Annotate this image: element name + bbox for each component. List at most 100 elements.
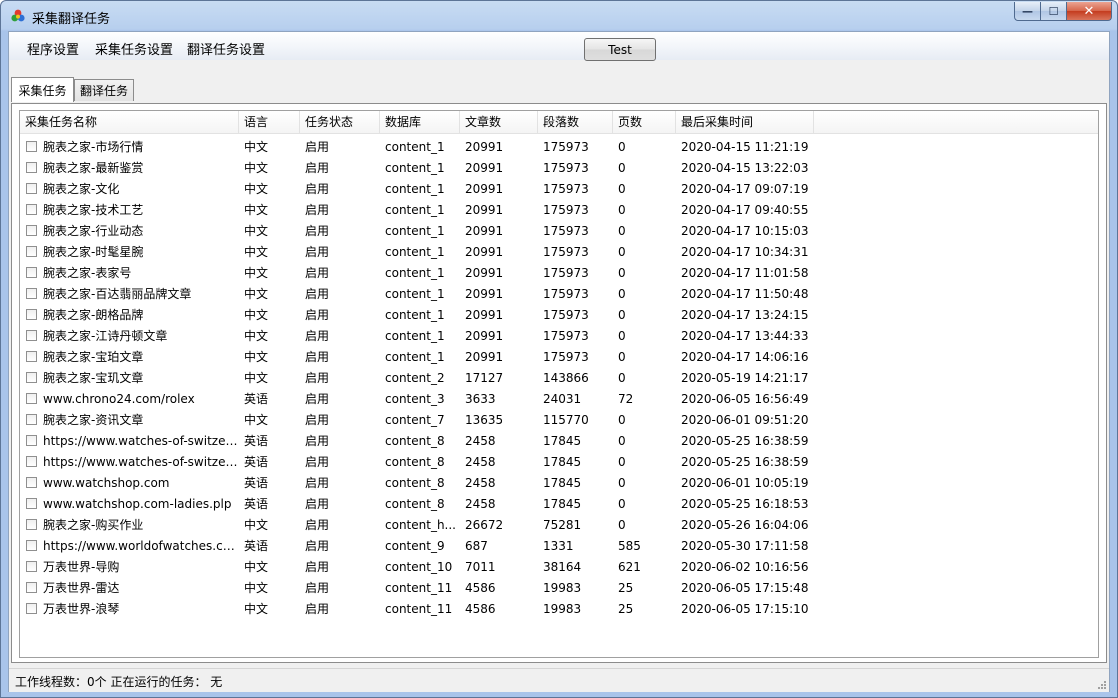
table-row[interactable]: www.chrono24.com/rolex 英语 启用 content_3 3633 2… [20, 389, 1098, 410]
paragraphs-cell: 17845 [543, 434, 582, 448]
column-header-database[interactable]: 数据库 [380, 111, 460, 133]
table-row[interactable]: 腕表之家-市场行情 中文 启用 content_1 20991 175973 0 2020-0… [20, 137, 1098, 158]
table-row[interactable]: www.watchshop.com-ladies.plp 英语 启用 content_… [20, 494, 1098, 515]
status-cell: 启用 [305, 266, 330, 280]
row-checkbox[interactable] [26, 225, 37, 236]
language-cell: 中文 [244, 161, 269, 175]
database-cell: content_1 [385, 140, 445, 154]
last-collect-time-cell: 2020-04-17 11:50:48 [681, 287, 809, 301]
pages-cell: 0 [618, 455, 626, 469]
row-checkbox[interactable] [26, 372, 37, 383]
test-button[interactable]: Test [584, 38, 656, 61]
paragraphs-cell: 175973 [543, 203, 589, 217]
database-cell: content_1 [385, 308, 445, 322]
table-row[interactable]: 万表世界-浪琴 中文 启用 content_11 4586 19983 25 2020-06-… [20, 599, 1098, 620]
column-header-articles[interactable]: 文章数 [460, 111, 538, 133]
title-bar[interactable]: 采集翻译任务 — ☐ ✕ [1, 1, 1117, 31]
language-cell: 中文 [244, 518, 269, 532]
row-checkbox[interactable] [26, 351, 37, 362]
status-cell: 启用 [305, 560, 330, 574]
language-cell: 中文 [244, 182, 269, 196]
table-row[interactable]: https://www.watches-of-switzerl... 英语 启用 co… [20, 431, 1098, 452]
row-checkbox[interactable] [26, 435, 37, 446]
table-row[interactable]: 腕表之家-百达翡丽品牌文章 中文 启用 content_1 20991 175973 0 20… [20, 284, 1098, 305]
row-checkbox[interactable] [26, 414, 37, 425]
table-row[interactable]: 腕表之家-文化 中文 启用 content_1 20991 175973 0 2020-04-… [20, 179, 1098, 200]
table-row[interactable]: 腕表之家-最新鉴赏 中文 启用 content_1 20991 175973 0 2020-0… [20, 158, 1098, 179]
row-checkbox[interactable] [26, 561, 37, 572]
table-row[interactable]: 腕表之家-技术工艺 中文 启用 content_1 20991 175973 0 2020-0… [20, 200, 1098, 221]
status-cell: 启用 [305, 182, 330, 196]
language-cell: 中文 [244, 287, 269, 301]
row-checkbox[interactable] [26, 267, 37, 278]
close-button[interactable]: ✕ [1067, 2, 1112, 21]
pages-cell: 0 [618, 518, 626, 532]
row-checkbox[interactable] [26, 582, 37, 593]
column-header-task-name[interactable]: 采集任务名称 [20, 111, 239, 133]
table-row[interactable]: 腕表之家-江诗丹顿文章 中文 启用 content_1 20991 175973 0 2020… [20, 326, 1098, 347]
row-checkbox[interactable] [26, 183, 37, 194]
row-checkbox[interactable] [26, 330, 37, 341]
articles-cell: 20991 [465, 182, 504, 196]
table-row[interactable]: www.watchshop.com 英语 启用 content_8 2458 17845 0… [20, 473, 1098, 494]
minimize-button[interactable]: — [1014, 2, 1041, 21]
row-checkbox[interactable] [26, 498, 37, 509]
language-cell: 中文 [244, 203, 269, 217]
articles-cell: 20991 [465, 161, 504, 175]
table-row[interactable]: 腕表之家-行业动态 中文 启用 content_1 20991 175973 0 2020-0… [20, 221, 1098, 242]
articles-cell: 20991 [465, 308, 504, 322]
row-checkbox[interactable] [26, 309, 37, 320]
table-row[interactable]: 腕表之家-宝玑文章 中文 启用 content_2 17127 143866 0 2020-0… [20, 368, 1098, 389]
table-row[interactable]: 腕表之家-购买作业 中文 启用 content_h... 26672 75281 0 2020… [20, 515, 1098, 536]
row-checkbox[interactable] [26, 603, 37, 614]
maximize-button[interactable]: ☐ [1041, 2, 1067, 21]
last-collect-time-cell: 2020-06-01 10:05:19 [681, 476, 809, 490]
table-row[interactable]: 腕表之家-资讯文章 中文 启用 content_7 13635 115770 0 2020-0… [20, 410, 1098, 431]
resize-grip-icon[interactable] [1097, 680, 1107, 690]
row-checkbox[interactable] [26, 540, 37, 551]
menu-collect-task-settings[interactable]: 采集任务设置 [95, 39, 173, 58]
column-header-last-collect-time[interactable]: 最后采集时间 [676, 111, 814, 133]
pages-cell: 621 [618, 560, 641, 574]
row-checkbox[interactable] [26, 477, 37, 488]
articles-cell: 2458 [465, 476, 496, 490]
row-checkbox[interactable] [26, 141, 37, 152]
pages-cell: 0 [618, 140, 626, 154]
column-header-language[interactable]: 语言 [239, 111, 300, 133]
row-checkbox[interactable] [26, 162, 37, 173]
task-name-cell: 腕表之家-最新鉴赏 [43, 161, 144, 175]
table-row[interactable]: https://www.worldofwatches.com 英语 启用 conten… [20, 536, 1098, 557]
menu-translate-task-settings[interactable]: 翻译任务设置 [187, 39, 265, 58]
table-row[interactable]: 万表世界-雷达 中文 启用 content_11 4586 19983 25 2020-06-… [20, 578, 1098, 599]
pages-cell: 0 [618, 245, 626, 259]
row-checkbox[interactable] [26, 288, 37, 299]
tab-translate-tasks[interactable]: 翻译任务 [74, 79, 134, 101]
column-header-paragraphs[interactable]: 段落数 [538, 111, 613, 133]
app-icon [11, 9, 25, 22]
articles-cell: 2458 [465, 497, 496, 511]
row-checkbox[interactable] [26, 456, 37, 467]
table-row[interactable]: https://www.watches-of-switzerl... 英语 启用 co… [20, 452, 1098, 473]
last-collect-time-cell: 2020-04-17 09:07:19 [681, 182, 809, 196]
table-row[interactable]: 腕表之家-朗格品牌 中文 启用 content_1 20991 175973 0 2020-0… [20, 305, 1098, 326]
row-checkbox[interactable] [26, 246, 37, 257]
status-cell: 启用 [305, 497, 330, 511]
task-list[interactable]: 采集任务名称 语言 任务状态 数据库 文章数 段落数 页数 最后采集时间 腕表之家-市场行情中… [19, 110, 1099, 658]
status-cell: 启用 [305, 308, 330, 322]
row-checkbox[interactable] [26, 519, 37, 530]
row-checkbox[interactable] [26, 204, 37, 215]
table-row[interactable]: 腕表之家-表家号 中文 启用 content_1 20991 175973 0 2020-04… [20, 263, 1098, 284]
task-name-cell: 万表世界-导购 [43, 560, 120, 574]
pages-cell: 0 [618, 161, 626, 175]
menu-program-settings[interactable]: 程序设置 [27, 39, 79, 58]
table-row[interactable]: 腕表之家-宝珀文章 中文 启用 content_1 20991 175973 0 2020-0… [20, 347, 1098, 368]
column-header-status[interactable]: 任务状态 [300, 111, 380, 133]
table-row[interactable]: 腕表之家-时髦星腕 中文 启用 content_1 20991 175973 0 2020-0… [20, 242, 1098, 263]
table-row[interactable]: 万表世界-导购 中文 启用 content_10 7011 38164 621 2020-06… [20, 557, 1098, 578]
pages-cell: 0 [618, 350, 626, 364]
column-header-pages[interactable]: 页数 [613, 111, 676, 133]
row-checkbox[interactable] [26, 393, 37, 404]
articles-cell: 20991 [465, 224, 504, 238]
pages-cell: 0 [618, 497, 626, 511]
tab-collect-tasks[interactable]: 采集任务 [11, 77, 74, 102]
